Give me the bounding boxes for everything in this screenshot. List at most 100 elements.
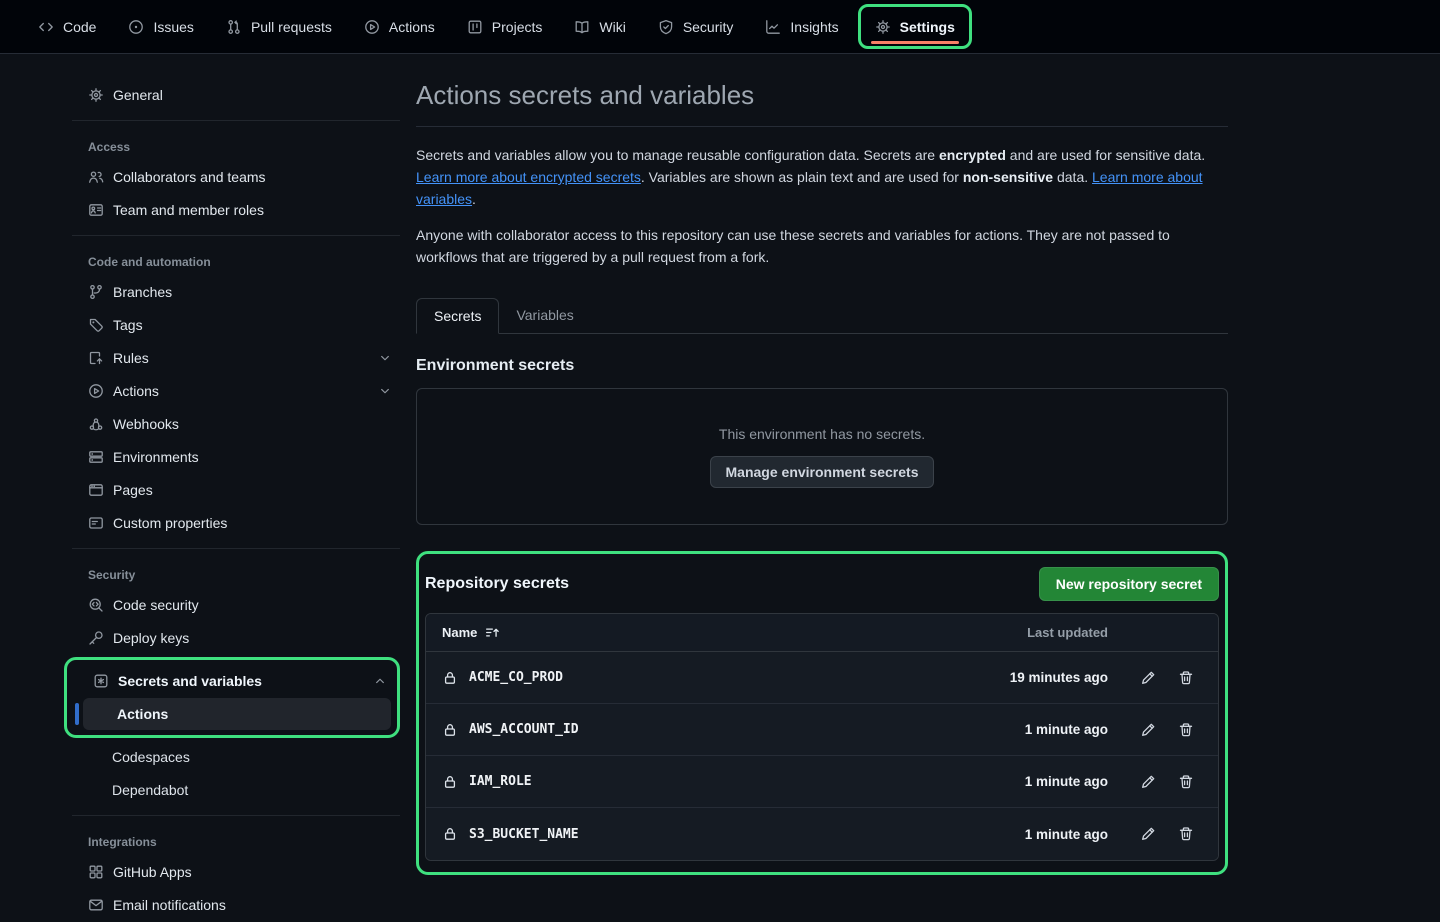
sidebar-subitem-dependabot[interactable]: Dependabot: [78, 774, 396, 806]
sidebar-section-integrations: Integrations: [64, 825, 400, 855]
key-icon: [88, 630, 104, 646]
nav-tab-label: Wiki: [599, 19, 625, 35]
nav-tab-label: Projects: [492, 19, 543, 35]
secret-row-iam-role: IAM_ROLE1 minute ago: [426, 756, 1218, 808]
intro-text: and are used for sensitive data.: [1006, 147, 1205, 163]
sidebar-item-actions[interactable]: Actions: [64, 375, 400, 407]
nav-tab-label: Actions: [389, 19, 435, 35]
sidebar-item-general[interactable]: General: [64, 79, 400, 111]
play-icon: [88, 383, 104, 399]
codescan-icon: [88, 597, 104, 613]
new-repository-secret-button[interactable]: New repository secret: [1039, 567, 1219, 601]
trash-icon: [1178, 774, 1194, 790]
nav-tab-code[interactable]: Code: [25, 0, 109, 53]
edit-secret-button[interactable]: [1132, 766, 1164, 798]
trash-icon: [1178, 826, 1194, 842]
nav-tab-insights[interactable]: Insights: [752, 0, 851, 53]
delete-secret-button[interactable]: [1170, 766, 1202, 798]
secret-name: S3_BUCKET_NAME: [469, 827, 579, 842]
intro-paragraph-2: Anyone with collaborator access to this …: [416, 224, 1228, 268]
trash-icon: [1178, 670, 1194, 686]
sidebar-item-label: Deploy keys: [113, 630, 392, 646]
secret-name: IAM_ROLE: [469, 774, 532, 789]
secret-name-cell: ACME_CO_PROD: [442, 670, 998, 686]
tag-icon: [88, 317, 104, 333]
nav-tab-actions[interactable]: Actions: [351, 0, 448, 53]
delete-secret-button[interactable]: [1170, 818, 1202, 850]
secret-row-actions: [1132, 818, 1202, 850]
sidebar-item-custom-properties[interactable]: Custom properties: [64, 507, 400, 539]
nav-tab-issues[interactable]: Issues: [115, 0, 206, 53]
active-tab-underline: [871, 41, 959, 44]
sidebar-section-code-and-automation: Code and automation: [64, 245, 400, 275]
sidebar-item-label: Environments: [113, 449, 392, 465]
name-column-header[interactable]: Name: [442, 625, 998, 640]
gear-icon: [88, 87, 104, 103]
lock-icon: [442, 774, 458, 790]
chevron-down-icon: [378, 384, 392, 398]
sidebar-item-team-and-member-roles[interactable]: Team and member roles: [64, 194, 400, 226]
sidebar-subitem-label: Codespaces: [112, 749, 190, 765]
trash-icon: [1178, 722, 1194, 738]
sidebar-item-label: Actions: [113, 383, 369, 399]
rules-icon: [88, 350, 104, 366]
nav-tab-settings[interactable]: Settings: [858, 4, 972, 49]
sidebar-item-deploy-keys[interactable]: Deploy keys: [64, 622, 400, 654]
last-updated-column-header: Last updated: [998, 625, 1108, 640]
intro-text: .: [472, 191, 476, 207]
issue-icon: [128, 19, 144, 35]
people-icon: [88, 169, 104, 185]
lock-icon: [442, 826, 458, 842]
nav-tab-label: Insights: [790, 19, 838, 35]
sidebar-divider: [72, 548, 400, 549]
secret-icon: [93, 673, 109, 689]
intro-bold-non-sensitive: non-sensitive: [963, 169, 1053, 185]
sort-ascending-icon: [485, 625, 500, 640]
page-title: Actions secrets and variables: [416, 80, 1228, 127]
sidebar-item-tags[interactable]: Tags: [64, 309, 400, 341]
sidebar-item-pages[interactable]: Pages: [64, 474, 400, 506]
secret-last-updated: 1 minute ago: [998, 722, 1108, 737]
secret-row-s3-bucket-name: S3_BUCKET_NAME1 minute ago: [426, 808, 1218, 860]
webhook-icon: [88, 416, 104, 432]
sidebar-item-environments[interactable]: Environments: [64, 441, 400, 473]
sidebar-item-label: Email notifications: [113, 897, 392, 913]
sidebar-item-rules[interactable]: Rules: [64, 342, 400, 374]
edit-secret-button[interactable]: [1132, 714, 1164, 746]
delete-secret-button[interactable]: [1170, 714, 1202, 746]
tab-secrets[interactable]: Secrets: [416, 298, 499, 334]
sidebar-item-branches[interactable]: Branches: [64, 276, 400, 308]
tab-variables[interactable]: Variables: [499, 298, 590, 333]
sidebar-item-code-security[interactable]: Code security: [64, 589, 400, 621]
selected-item-accent-bar: [75, 703, 79, 725]
nav-tab-label: Pull requests: [251, 19, 332, 35]
sidebar-item-secrets-and-variables[interactable]: Secrets and variables: [69, 665, 395, 697]
branch-icon: [88, 284, 104, 300]
intro-paragraph-1: Secrets and variables allow you to manag…: [416, 144, 1228, 210]
nav-tab-pull-requests[interactable]: Pull requests: [213, 0, 345, 53]
sidebar-item-label: Collaborators and teams: [113, 169, 392, 185]
pencil-icon: [1140, 774, 1156, 790]
secret-name: ACME_CO_PROD: [469, 670, 563, 685]
secrets-variables-tabs: Secrets Variables: [416, 298, 1228, 334]
table-header-row: Name Last updated: [426, 614, 1218, 652]
link-learn-encrypted-secrets[interactable]: Learn more about encrypted secrets: [416, 169, 641, 185]
sidebar-subitem-codespaces[interactable]: Codespaces: [78, 741, 396, 773]
delete-secret-button[interactable]: [1170, 662, 1202, 694]
edit-secret-button[interactable]: [1132, 662, 1164, 694]
id-badge-icon: [88, 202, 104, 218]
edit-secret-button[interactable]: [1132, 818, 1164, 850]
code-icon: [38, 19, 54, 35]
sidebar-subitem-actions[interactable]: Actions: [83, 698, 391, 730]
graph-icon: [765, 19, 781, 35]
sidebar-item-collaborators-and-teams[interactable]: Collaborators and teams: [64, 161, 400, 193]
sidebar-item-github-apps[interactable]: GitHub Apps: [64, 856, 400, 888]
nav-tab-security[interactable]: Security: [645, 0, 747, 53]
sidebar-item-email-notifications[interactable]: Email notifications: [64, 889, 400, 921]
manage-environment-secrets-button[interactable]: Manage environment secrets: [710, 456, 935, 488]
sidebar-item-webhooks[interactable]: Webhooks: [64, 408, 400, 440]
nav-tab-projects[interactable]: Projects: [454, 0, 556, 53]
gear-icon: [875, 19, 891, 35]
nav-tab-label: Security: [683, 19, 734, 35]
nav-tab-wiki[interactable]: Wiki: [561, 0, 638, 53]
